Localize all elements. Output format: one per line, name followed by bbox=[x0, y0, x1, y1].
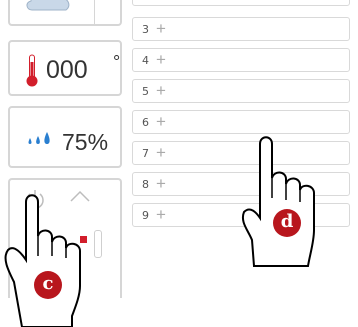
humidity-value: 75% bbox=[62, 129, 109, 155]
list-item[interactable]: 3 + bbox=[132, 17, 350, 41]
plus-icon[interactable]: + bbox=[156, 112, 166, 132]
temperature-value: 000 bbox=[46, 56, 88, 84]
channel-number: 6 bbox=[142, 116, 149, 129]
weather-divider bbox=[94, 0, 95, 26]
hand-pointer-icon bbox=[4, 194, 81, 327]
plus-icon[interactable]: + bbox=[156, 50, 166, 70]
channel-number: 8 bbox=[142, 178, 149, 191]
plus-icon[interactable]: + bbox=[156, 19, 166, 39]
channel-number: 7 bbox=[142, 147, 149, 160]
water-drops-icon bbox=[28, 132, 50, 144]
hand-pointer-icon bbox=[242, 136, 315, 267]
page: 000 ° 75% 3 +4 +5 +6 +7 +8 +9 + c d bbox=[0, 0, 358, 327]
temperature-unit: ° bbox=[113, 52, 121, 72]
channel-number: 4 bbox=[142, 54, 149, 67]
plus-icon[interactable]: + bbox=[156, 205, 166, 225]
list-item[interactable]: 4 + bbox=[132, 48, 350, 72]
thermometer-icon bbox=[26, 54, 38, 87]
humidity-widget[interactable]: 75% bbox=[8, 106, 122, 168]
list-top-row bbox=[132, 0, 350, 6]
annotation-badge-c: c bbox=[34, 271, 62, 299]
list-item[interactable]: 5 + bbox=[132, 79, 350, 103]
weather-widget[interactable] bbox=[8, 0, 122, 26]
plus-icon[interactable]: + bbox=[156, 81, 166, 101]
channel-number: 9 bbox=[142, 209, 149, 222]
channel-number: 5 bbox=[142, 85, 149, 98]
plus-icon[interactable]: + bbox=[156, 174, 166, 194]
temperature-widget[interactable]: 000 ° bbox=[8, 40, 122, 96]
annotation-badge-d: d bbox=[273, 209, 301, 237]
cloud-icon bbox=[26, 0, 70, 11]
plus-icon[interactable]: + bbox=[156, 143, 166, 163]
channel-number: 3 bbox=[142, 23, 149, 36]
